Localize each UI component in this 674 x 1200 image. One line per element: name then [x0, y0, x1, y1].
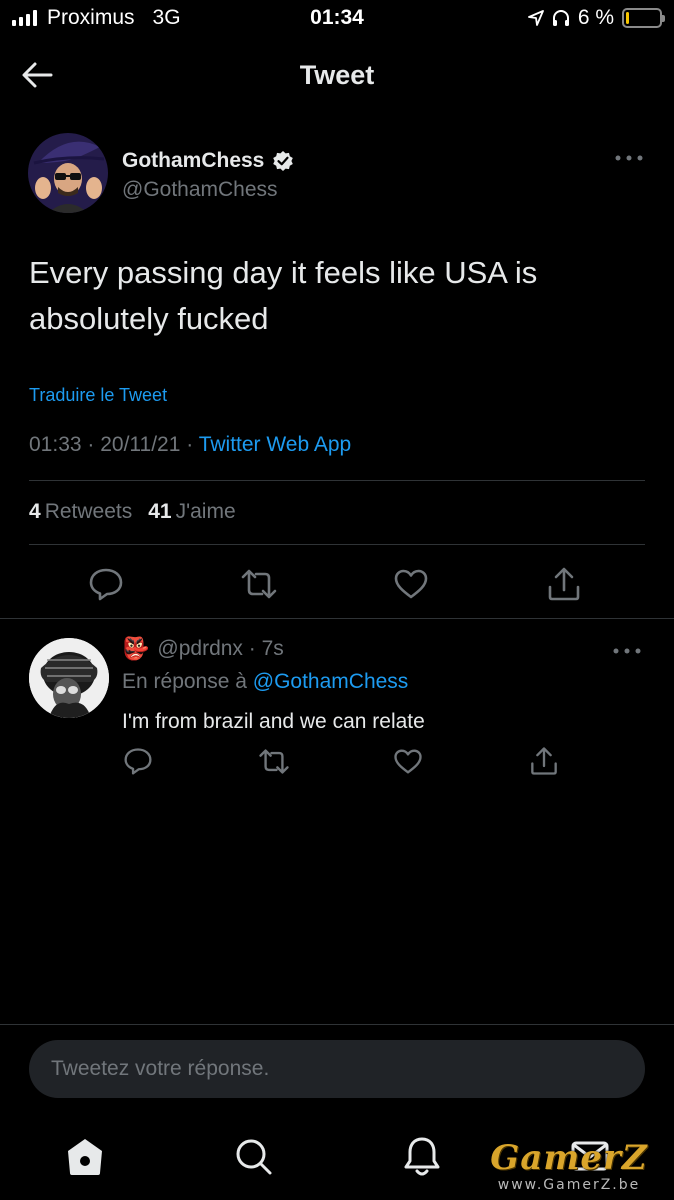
reply-button[interactable]	[86, 564, 126, 604]
likes-count: 41	[148, 500, 172, 523]
tweet-actions	[0, 560, 674, 606]
nav-header: Tweet	[0, 40, 674, 112]
retweet-icon	[241, 569, 277, 599]
reply-handle-time[interactable]: @pdrdnx · 7s	[157, 637, 283, 661]
tab-messages[interactable]	[568, 1134, 612, 1178]
more-horizontal-icon	[613, 648, 641, 654]
in-reply-to-mention[interactable]: @GothamChess	[253, 670, 409, 693]
tab-notifications[interactable]	[400, 1134, 444, 1178]
in-reply-to-prefix: En réponse à	[122, 670, 253, 693]
retweets-count: 4	[29, 500, 41, 523]
tweet-metadata: 01:33 · 20/11/21 · Twitter Web App	[29, 433, 351, 457]
divider	[29, 480, 645, 481]
tab-home[interactable]	[63, 1134, 107, 1178]
home-icon	[68, 1139, 102, 1175]
divider	[29, 544, 645, 545]
avatar-illustration	[29, 638, 109, 718]
battery-icon	[622, 8, 665, 28]
avatar-illustration	[28, 133, 108, 213]
bell-icon	[404, 1137, 440, 1176]
retweet-button[interactable]	[239, 564, 279, 604]
heart-icon	[394, 569, 428, 599]
in-reply-to: En réponse à @GothamChess	[122, 670, 408, 694]
more-horizontal-icon	[615, 155, 643, 161]
verified-badge-icon	[273, 151, 294, 171]
status-bar-right: 6 %	[527, 6, 665, 30]
reply-text: I'm from brazil and we can relate	[122, 710, 425, 733]
retweet-icon	[259, 748, 289, 774]
reply-icon	[124, 748, 152, 775]
tweet-author: GothamChess @GothamChess	[28, 133, 646, 213]
likes-label: J'aime	[175, 500, 236, 523]
page-title: Tweet	[299, 60, 375, 90]
tweet-source-link[interactable]: Twitter Web App	[199, 433, 352, 456]
reply-reply-button[interactable]	[121, 744, 155, 778]
reply-like-button[interactable]	[391, 744, 425, 778]
translate-tweet-link[interactable]: Traduire le Tweet	[29, 385, 167, 406]
reply-share-button[interactable]	[527, 744, 561, 778]
retweets-label: Retweets	[44, 500, 133, 523]
status-bar: Proximus 3G 01:34 6 %	[0, 0, 674, 38]
share-icon	[531, 747, 557, 775]
reply-more-options-button[interactable]	[612, 644, 642, 658]
tweet-stats: 4 Retweets 41 J'aime	[29, 500, 236, 524]
tab-search[interactable]	[231, 1134, 275, 1178]
author-name-text: GothamChess	[122, 149, 265, 172]
headphones-icon	[552, 10, 569, 26]
reply-retweet-button[interactable]	[257, 744, 291, 778]
reply-input[interactable]: Tweetez votre réponse.	[29, 1040, 645, 1098]
retweets-stat[interactable]: 4 Retweets	[29, 500, 132, 524]
reply-tweet[interactable]: 👺 @pdrdnx · 7s En réponse à @GothamChess…	[0, 620, 674, 790]
bottom-tab-bar	[0, 1130, 674, 1186]
author-display-name[interactable]: GothamChess	[122, 149, 294, 173]
likes-stat[interactable]: 41 J'aime	[148, 500, 235, 524]
battery-percent: 6 %	[577, 6, 614, 29]
more-options-button[interactable]	[614, 151, 644, 165]
share-icon	[548, 567, 580, 601]
divider	[0, 618, 674, 619]
share-button[interactable]	[544, 564, 584, 604]
author-handle[interactable]: @GothamChess	[122, 178, 278, 202]
reply-icon	[89, 568, 123, 601]
reply-avatar[interactable]	[29, 638, 109, 718]
tweet-text: Every passing day it feels like USA is a…	[29, 255, 538, 336]
location-arrow-icon	[527, 10, 544, 26]
search-icon	[236, 1139, 272, 1175]
heart-icon	[394, 749, 422, 773]
author-avatar[interactable]	[28, 133, 108, 213]
battery-level	[626, 12, 630, 24]
envelope-icon	[571, 1141, 609, 1171]
reply-author-emoji: 👺	[122, 636, 150, 661]
tweet-timestamp: 01:33 · 20/11/21 ·	[29, 433, 199, 456]
like-button[interactable]	[391, 564, 431, 604]
reply-header: 👺 @pdrdnx · 7s	[122, 636, 284, 662]
